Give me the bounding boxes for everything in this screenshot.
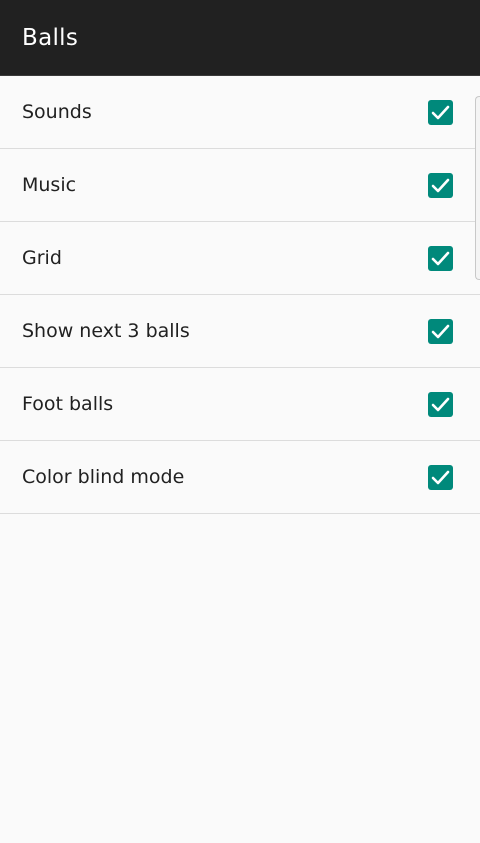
setting-row-foot-balls[interactable]: Foot balls: [0, 368, 480, 441]
music-checkbox[interactable]: [428, 173, 453, 198]
checkmark-icon: [431, 251, 450, 266]
setting-label-foot-balls: Foot balls: [22, 393, 114, 415]
setting-row-grid[interactable]: Grid: [0, 222, 480, 295]
setting-label-sounds: Sounds: [22, 101, 92, 123]
checkmark-icon: [431, 324, 450, 339]
checkmark-icon: [431, 178, 450, 193]
page-title: Balls: [22, 25, 79, 51]
grid-checkbox[interactable]: [428, 246, 453, 271]
checkmark-icon: [431, 397, 450, 412]
checkmark-icon: [431, 105, 450, 120]
foot-balls-checkbox[interactable]: [428, 392, 453, 417]
setting-label-grid: Grid: [22, 247, 62, 269]
show-next-balls-checkbox[interactable]: [428, 319, 453, 344]
app-bar: Balls: [0, 0, 480, 76]
sounds-checkbox[interactable]: [428, 100, 453, 125]
scroll-indicator[interactable]: [475, 96, 480, 280]
setting-label-color-blind-mode: Color blind mode: [22, 466, 185, 488]
color-blind-mode-checkbox[interactable]: [428, 465, 453, 490]
checkmark-icon: [431, 470, 450, 485]
setting-row-color-blind-mode[interactable]: Color blind mode: [0, 441, 480, 514]
setting-label-show-next-balls: Show next 3 balls: [22, 320, 190, 342]
setting-row-sounds[interactable]: Sounds: [0, 76, 480, 149]
setting-row-show-next-balls[interactable]: Show next 3 balls: [0, 295, 480, 368]
settings-list: Sounds Music Grid Show next 3 balls Foot…: [0, 76, 480, 514]
setting-row-music[interactable]: Music: [0, 149, 480, 222]
setting-label-music: Music: [22, 174, 77, 196]
